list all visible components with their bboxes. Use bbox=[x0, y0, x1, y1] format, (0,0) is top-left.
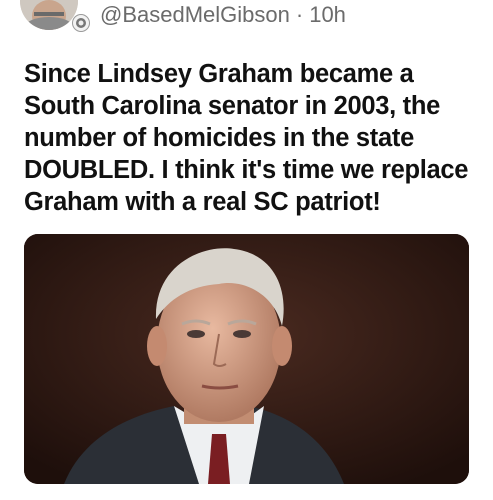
tweet-media-photo[interactable] bbox=[24, 234, 469, 484]
header-separator: · bbox=[295, 2, 304, 27]
tweet-text: Since Lindsey Graham became a South Caro… bbox=[24, 60, 469, 216]
tweet-timestamp[interactable]: 10h bbox=[309, 2, 346, 28]
tweet-card[interactable]: @BasedMelGibson · 10h Since Lindsey Grah… bbox=[0, 0, 493, 500]
avatar-photo bbox=[20, 0, 78, 30]
tweet-header: @BasedMelGibson · 10h bbox=[100, 0, 346, 30]
author-avatar[interactable] bbox=[20, 0, 78, 30]
seal-badge-icon bbox=[72, 14, 90, 32]
portrait-photo bbox=[24, 234, 469, 484]
author-handle[interactable]: @BasedMelGibson bbox=[100, 2, 290, 28]
